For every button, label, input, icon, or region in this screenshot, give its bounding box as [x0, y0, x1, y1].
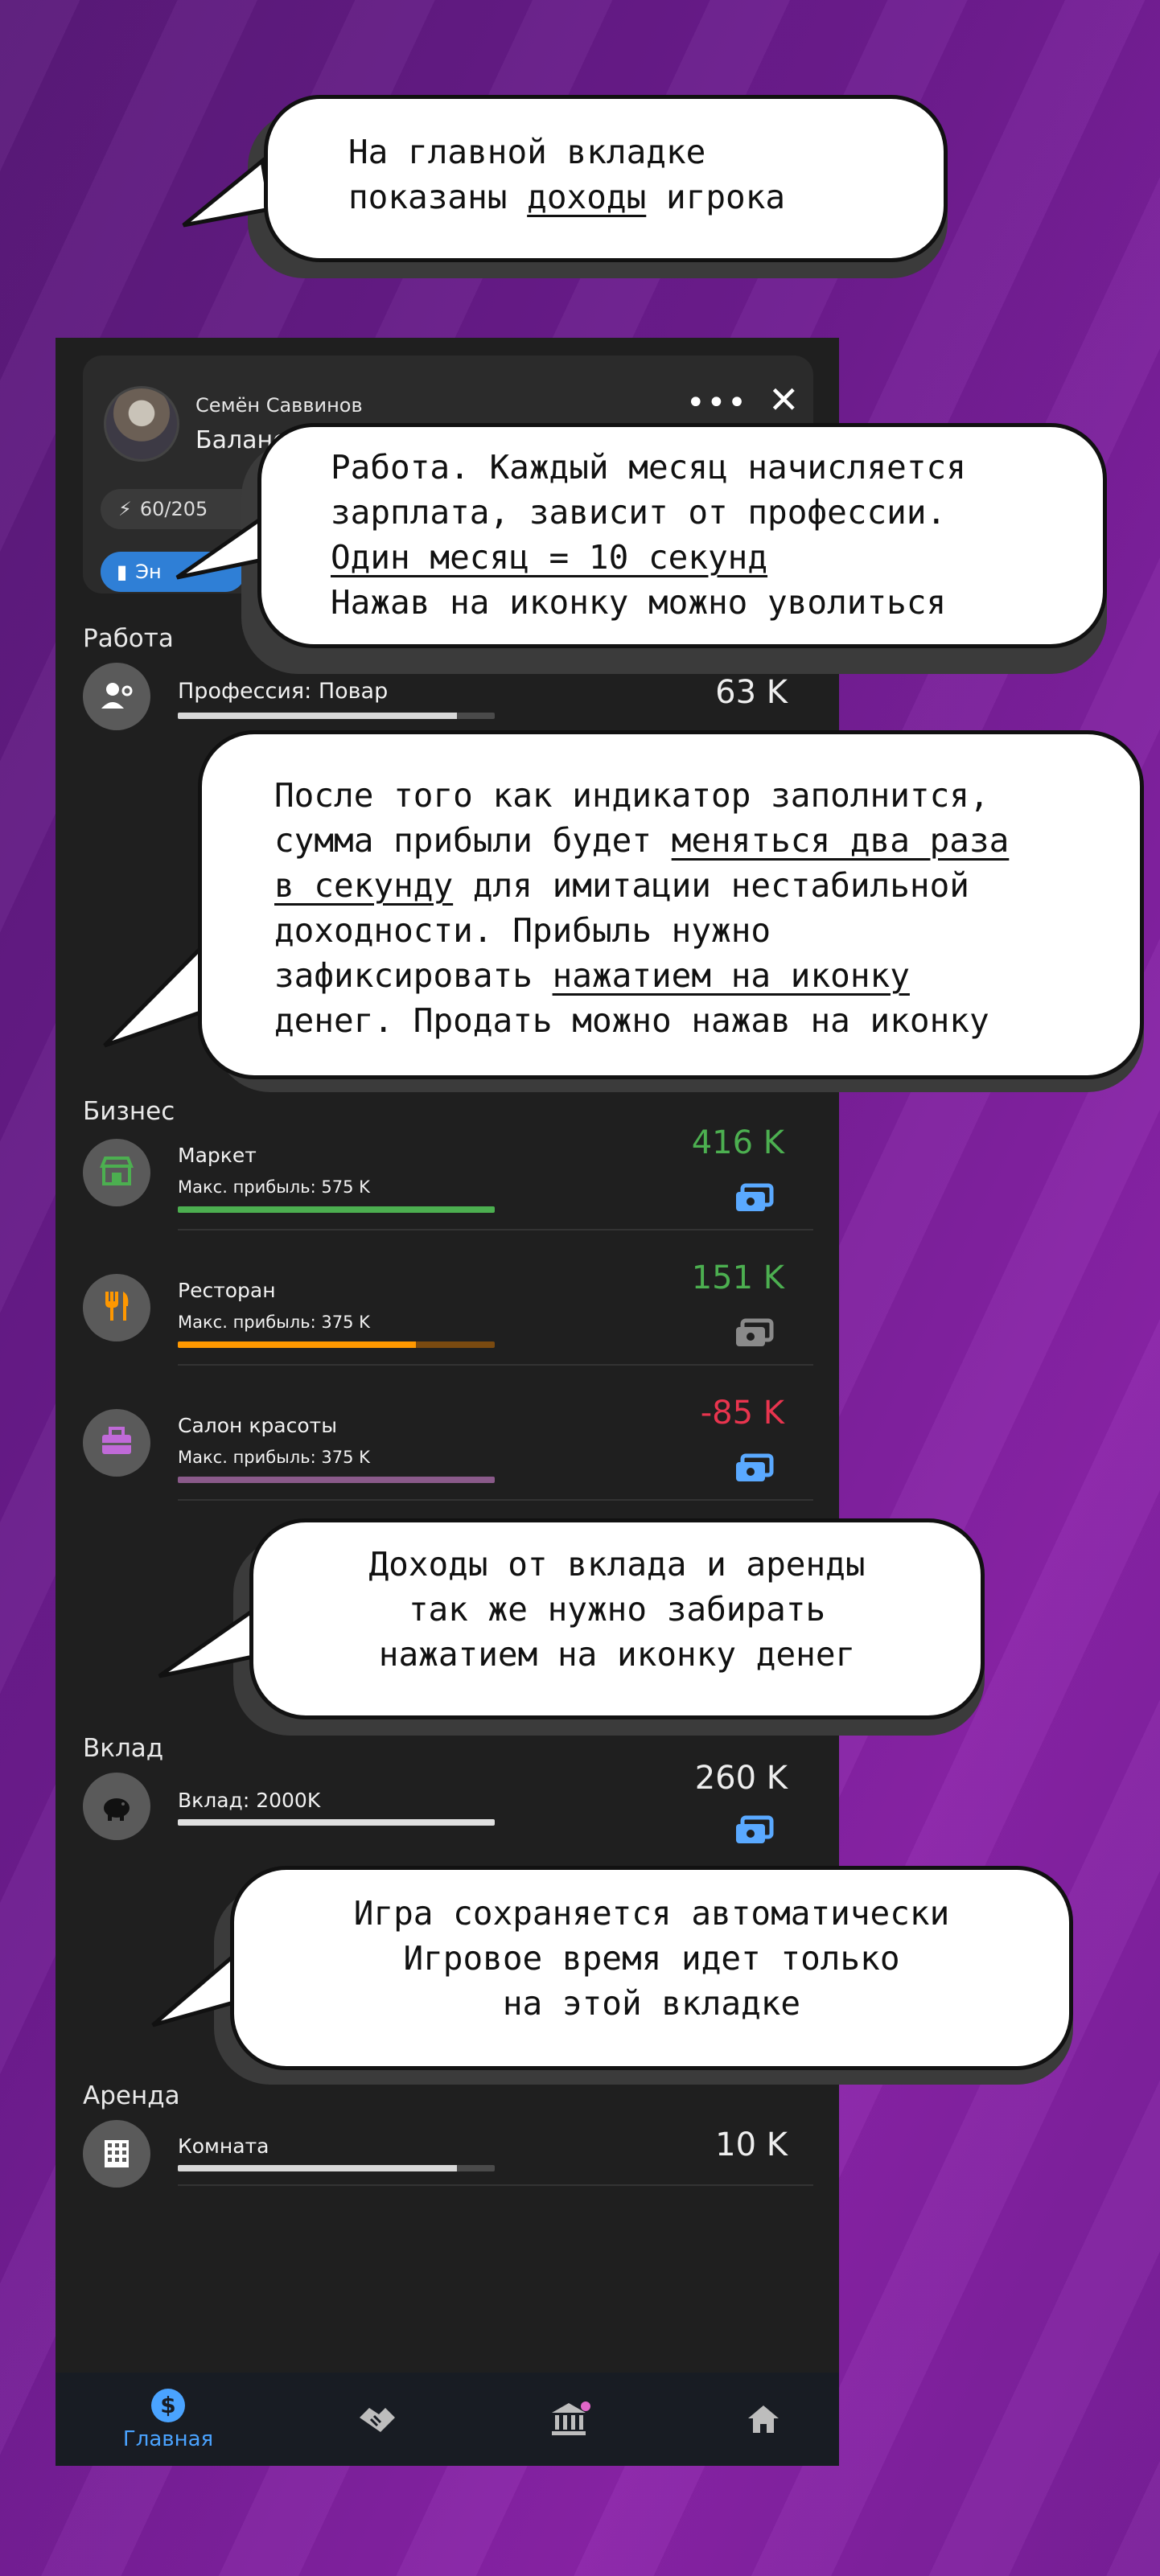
- collect-cash-icon[interactable]: [731, 1452, 780, 1488]
- lightning-icon: ⚡: [118, 498, 132, 520]
- section-title-work: Работа: [83, 624, 174, 653]
- business-icon-button[interactable]: [83, 1409, 150, 1477]
- business-amount: -85 K: [700, 1395, 784, 1432]
- callout-autosave-line3: на этой вкладке: [502, 1984, 801, 2023]
- bank-icon: [552, 2401, 590, 2435]
- business-icon-button[interactable]: [83, 1274, 150, 1341]
- callout-business-text-a: сумма прибыли будет: [274, 821, 672, 860]
- dollar-icon: $: [151, 2389, 185, 2422]
- business-name: Маркет: [178, 1144, 257, 1167]
- house-icon: [748, 2405, 779, 2433]
- callout-business-line6: денег. Продать можно нажав на иконку: [274, 1001, 989, 1040]
- building-icon: [105, 2140, 129, 2167]
- svg-text:$: $: [160, 2392, 175, 2418]
- battery-icon: ▮: [117, 561, 128, 583]
- worker-icon: [101, 683, 133, 709]
- callout-business-text-b: для имитации нестабильной: [453, 866, 969, 905]
- callout-business-text-c: зафиксировать: [274, 956, 553, 995]
- business-progress-bar: [178, 1206, 495, 1213]
- callout-business-underlined-c: нажатием на иконку: [552, 956, 910, 995]
- business-progress-bar: [178, 1341, 495, 1348]
- store-icon: [97, 1152, 136, 1194]
- deposit-progress-bar: [178, 1819, 495, 1826]
- callout-work-line3: Один месяц = 10 секунд: [331, 538, 768, 577]
- business-name: Салон красоты: [178, 1414, 337, 1437]
- profession-label: Профессия: Повар: [178, 679, 389, 704]
- handshake-icon: [360, 2408, 395, 2432]
- deposit-collect-cash-icon[interactable]: [731, 1814, 780, 1850]
- callout-income-text-b: игрока: [646, 178, 786, 216]
- bottom-nav: $ Главная: [56, 2373, 839, 2466]
- rent-icon-button[interactable]: [83, 2120, 150, 2188]
- section-title-business: Бизнес: [83, 1097, 175, 1126]
- callout-work-line4: Нажав на иконку можно уволиться: [331, 583, 947, 622]
- nav-bank-tab[interactable]: [490, 2373, 651, 2466]
- callout-income-line1: На главной вкладке: [348, 133, 706, 171]
- more-menu-icon[interactable]: •••: [686, 384, 748, 421]
- business-amount: 151 K: [691, 1259, 784, 1296]
- callout-deposit-line1: Доходы от вклада и аренды: [368, 1545, 866, 1584]
- callout-work-line2: зарплата, зависит от профессии.: [331, 493, 947, 532]
- toolbox-icon: [97, 1422, 136, 1464]
- section-title-rent: Аренда: [83, 2081, 180, 2110]
- callout-deposit-line2: так же нужно забирать: [408, 1590, 826, 1629]
- collect-cash-icon[interactable]: [731, 1182, 780, 1218]
- nav-business-tab[interactable]: [297, 2373, 458, 2466]
- rent-divider: [178, 2184, 813, 2186]
- nav-house-tab[interactable]: [683, 2373, 839, 2466]
- callout-autosave-line2: Игровое время идет только: [403, 1939, 900, 1978]
- callout-business-line1: После того как индикатор заполнится,: [274, 776, 989, 815]
- work-icon-button[interactable]: [83, 663, 150, 730]
- callout-work-line1: Работа. Каждый месяц начисляется: [331, 448, 966, 487]
- callout-income-text-a: показаны: [348, 178, 528, 216]
- work-progress-bar: [178, 713, 495, 719]
- callout-business-underlined-a: меняться два раза: [671, 821, 1010, 860]
- notification-dot: [581, 2401, 590, 2411]
- callout-deposit-line3: нажатием на иконку денег: [378, 1635, 856, 1674]
- business-progress-bar: [178, 1477, 495, 1483]
- business-max-profit: Макс. прибыль: 575 K: [178, 1177, 370, 1197]
- business-divider: [178, 1229, 813, 1230]
- callout-business-underlined-b: в секунду: [274, 866, 454, 905]
- callout-autosave-line1: Игра сохраняется автоматически: [353, 1894, 950, 1933]
- section-title-deposit: Вклад: [83, 1734, 164, 1763]
- deposit-label: Вклад: 2000K: [178, 1789, 321, 1812]
- avatar[interactable]: [104, 386, 179, 462]
- business-divider: [178, 1499, 813, 1501]
- close-icon[interactable]: ✕: [768, 378, 800, 421]
- callout-income-underlined: доходы: [527, 178, 647, 216]
- player-name: Семён Саввинов: [195, 394, 363, 417]
- rent-amount: 10 K: [715, 2126, 788, 2163]
- rent-progress-bar: [178, 2165, 495, 2171]
- business-name: Ресторан: [178, 1279, 276, 1302]
- status-chip-label: Эн: [135, 561, 162, 583]
- business-max-profit: Макс. прибыль: 375 K: [178, 1448, 370, 1467]
- collect-cash-icon[interactable]: [731, 1317, 780, 1353]
- business-amount: 416 K: [691, 1124, 784, 1161]
- rent-label: Комната: [178, 2134, 269, 2158]
- nav-home-tab[interactable]: $ Главная: [88, 2373, 249, 2466]
- piggy-bank-icon: [104, 1798, 130, 1821]
- deposit-icon-button[interactable]: [83, 1773, 150, 1840]
- business-max-profit: Макс. прибыль: 375 K: [178, 1313, 370, 1332]
- work-amount: 63 K: [715, 674, 788, 711]
- fork-knife-icon: [97, 1287, 136, 1329]
- nav-home-label: Главная: [122, 2427, 214, 2451]
- deposit-amount: 260 K: [694, 1760, 788, 1797]
- callout-business-line4: доходности. Прибыль нужно: [274, 911, 771, 950]
- business-icon-button[interactable]: [83, 1139, 150, 1206]
- business-divider: [178, 1364, 813, 1366]
